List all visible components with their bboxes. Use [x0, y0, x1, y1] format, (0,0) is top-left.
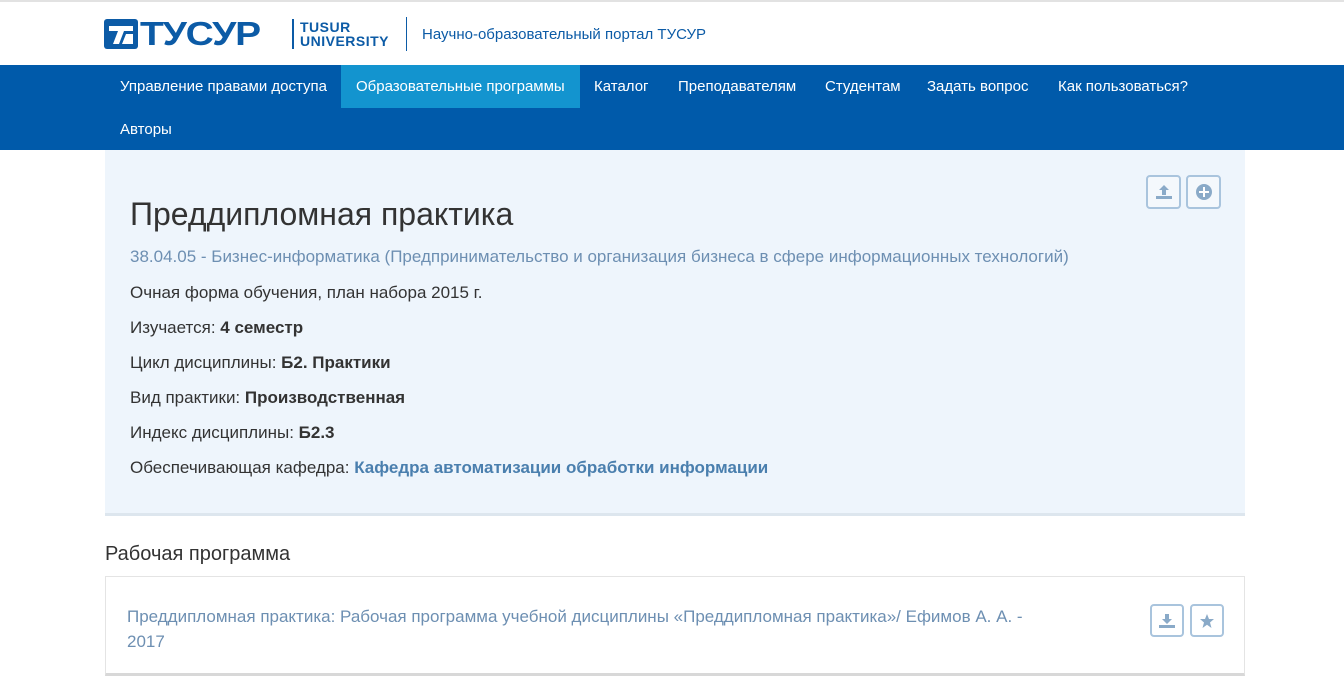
page-title: Преддипломная практика — [130, 196, 514, 232]
practice-type-row: Вид практики: Производственная — [130, 388, 405, 408]
practice-type-value: Производственная — [244, 388, 406, 407]
semester-row: Изучается: 4 семестр — [130, 318, 303, 338]
nav-item-ask-question[interactable]: Задать вопрос — [912, 65, 1043, 108]
logo-wordmark: ТУСУР — [140, 15, 261, 52]
index-label: Индекс дисциплины: — [130, 423, 299, 442]
download-button[interactable] — [1150, 604, 1184, 637]
main-navbar: Управление правами доступа Образовательн… — [0, 65, 1344, 150]
nav-item-how-to-use[interactable]: Как пользоваться? — [1043, 65, 1203, 108]
nav-item-students[interactable]: Студентам — [810, 65, 916, 108]
study-form: Очная форма обучения, план набора 2015 г… — [130, 283, 483, 302]
department-row: Обеспечивающая кафедра: Кафедра автомати… — [130, 458, 768, 478]
download-icon — [1159, 613, 1175, 628]
nav-item-catalog[interactable]: Каталог — [579, 65, 664, 108]
semester-label: Изучается: — [130, 318, 221, 337]
cycle-label: Цикл дисциплины: — [130, 353, 282, 372]
semester-value: 4 семестр — [220, 318, 304, 337]
nav-item-authors[interactable]: Авторы — [105, 108, 187, 151]
star-icon — [1200, 613, 1214, 628]
add-button[interactable] — [1186, 175, 1221, 209]
work-program-card: Преддипломная практика: Рабочая программ… — [105, 576, 1245, 676]
nav-item-educational-programs[interactable]: Образовательные программы — [341, 65, 580, 108]
program-link[interactable]: 38.04.05 - Бизнес-информатика (Предприни… — [130, 247, 1069, 267]
plus-circle-icon — [1195, 184, 1212, 200]
nav-item-access-rights[interactable]: Управление правами доступа — [105, 65, 342, 108]
cycle-row: Цикл дисциплины: Б2. Практики — [130, 353, 391, 373]
favorite-button[interactable] — [1190, 604, 1224, 637]
index-row: Индекс дисциплины: Б2.3 — [130, 423, 335, 443]
tusur-logo[interactable]: ТУСУР TUSUR UNIVERSITY — [104, 17, 389, 51]
upload-icon — [1155, 185, 1172, 199]
work-program-heading: Рабочая программа — [105, 543, 291, 565]
header-divider — [406, 17, 407, 51]
department-link[interactable]: Кафедра автоматизации обработки информац… — [354, 458, 768, 477]
index-value: Б2.3 — [298, 423, 335, 442]
work-program-doc-link[interactable]: Преддипломная практика: Рабочая программ… — [127, 604, 1047, 654]
practice-type-label: Вид практики: — [130, 388, 245, 407]
tusur-logo-mark-icon — [104, 19, 138, 49]
upload-button[interactable] — [1146, 175, 1181, 209]
site-header: ТУСУР TUSUR UNIVERSITY Научно-образовате… — [0, 2, 1344, 65]
department-label: Обеспечивающая кафедра: — [130, 458, 355, 477]
cycle-value: Б2. Практики — [281, 353, 391, 372]
nav-item-teachers[interactable]: Преподавателям — [663, 65, 811, 108]
portal-title[interactable]: Научно-образовательный портал ТУСУР — [422, 26, 706, 43]
discipline-info-panel: Преддипломная практика 38.04.05 - Бизнес… — [105, 150, 1245, 516]
